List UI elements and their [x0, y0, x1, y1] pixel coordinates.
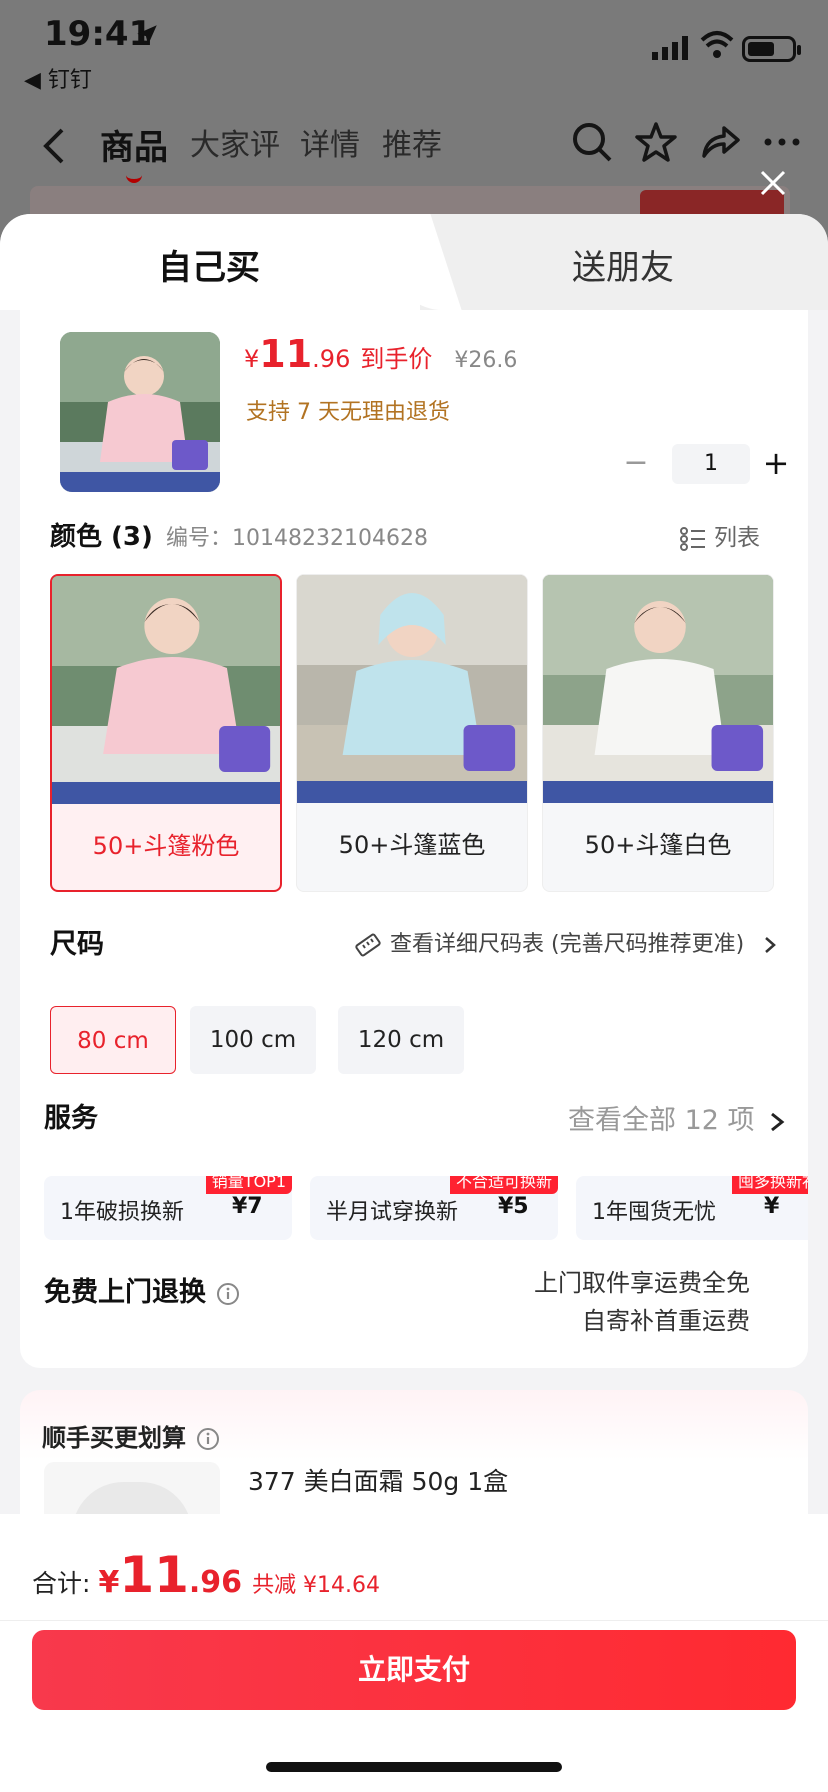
color-image-blue — [297, 575, 527, 803]
service-heading: 服务 — [44, 1103, 98, 1134]
color-image-white — [543, 575, 773, 803]
nav-tab-reviews[interactable]: 大家评 — [190, 120, 280, 164]
service-tag: 囤多换新补 — [731, 1176, 808, 1194]
total-row: 合计: ¥11.96 共减 ¥14.64 — [32, 1546, 380, 1604]
service-view-all[interactable]: 查看全部 12 项 — [568, 1098, 787, 1137]
quantity-value[interactable]: 1 — [672, 444, 750, 484]
decrease-button[interactable]: − — [616, 444, 656, 484]
service-options: 1年破损换新 ¥7 销量TOP1 半月试穿换新 ¥5 不合适可换新 1年囤货无忧… — [44, 1176, 808, 1240]
nav-tab-product[interactable]: 商品 — [100, 120, 168, 183]
free-return-line1: 上门取件享运费全免 — [534, 1269, 750, 1297]
size-option-120[interactable]: 120 cm — [338, 1006, 464, 1074]
color-option-label: 50+斗篷蓝色 — [338, 831, 486, 859]
color-option-label: 50+斗篷粉色 — [92, 832, 240, 860]
service-tag: 销量TOP1 — [205, 1176, 292, 1194]
status-bar: 19:41 ◀ 钉钉 — [0, 0, 828, 100]
price-integer: 11 — [259, 332, 313, 376]
wifi-icon — [700, 31, 734, 58]
service-price: ¥7 — [232, 1194, 263, 1219]
quantity-stepper: − 1 + — [616, 444, 796, 484]
service-name: 1年囤货无忧 — [592, 1200, 716, 1225]
free-return-label: 免费上门退换 — [44, 1277, 206, 1308]
service-name: 1年破损换新 — [60, 1200, 184, 1225]
addon-item-name[interactable]: 377 美白面霜 50g 1盒 — [248, 1462, 508, 1498]
total-integer: 11 — [119, 1546, 189, 1604]
addon-heading-label: 顺手买更划算 — [42, 1424, 186, 1452]
service-price: ¥ — [764, 1194, 780, 1219]
total-decimal: .96 — [188, 1565, 243, 1600]
size-chart-label: 查看详细尺码表 (完善尺码推荐更准) — [390, 932, 745, 957]
chevron-right-icon — [770, 1112, 784, 1131]
total-label: 合计: — [32, 1569, 91, 1598]
star-icon[interactable] — [634, 120, 678, 164]
color-option-white[interactable]: 50+斗篷白色 — [542, 574, 774, 892]
product-thumbnail — [60, 332, 220, 492]
checkout-bar: 合计: ¥11.96 共减 ¥14.64 立即支付 — [0, 1514, 828, 1792]
list-view-label: 列表 — [714, 525, 760, 551]
service-price: ¥5 — [498, 1194, 529, 1219]
service-item[interactable]: 1年囤货无忧 ¥ 囤多换新补 — [576, 1176, 808, 1240]
color-options: 50+斗篷粉色 50+斗篷蓝色 50+斗篷白色 — [50, 574, 780, 892]
more-icon[interactable] — [760, 120, 804, 164]
service-name: 半月试穿换新 — [326, 1200, 459, 1225]
original-price: ¥26.6 — [454, 348, 518, 373]
info-icon[interactable] — [216, 1282, 240, 1306]
size-option-80[interactable]: 80 cm — [50, 1006, 176, 1074]
service-item[interactable]: 半月试穿换新 ¥5 不合适可换新 — [310, 1176, 558, 1240]
service-view-all-label: 查看全部 12 项 — [568, 1105, 755, 1136]
home-indicator[interactable] — [266, 1762, 562, 1772]
color-option-label: 50+斗篷白色 — [584, 831, 732, 859]
free-return-line2: 自寄补首重运费 — [582, 1307, 750, 1335]
pay-now-button[interactable]: 立即支付 — [32, 1630, 796, 1710]
tab-gift-friend[interactable]: 送朋友 — [572, 240, 674, 289]
nav-tab-details[interactable]: 详情 — [300, 120, 360, 164]
close-icon[interactable] — [758, 168, 788, 198]
addon-heading: 顺手买更划算 — [42, 1418, 220, 1453]
chevron-right-icon — [765, 937, 777, 953]
share-icon[interactable] — [698, 120, 742, 164]
list-icon — [680, 526, 705, 551]
price-symbol: ¥ — [244, 345, 260, 373]
size-option-100[interactable]: 100 cm — [190, 1006, 316, 1074]
return-policy-note: 支持 7 天无理由退货 — [246, 400, 450, 425]
battery-icon — [742, 36, 801, 62]
price-row: ¥11.96 到手价 ¥26.6 — [244, 332, 517, 376]
size-heading: 尺码 — [50, 929, 104, 960]
cellular-signal-icon — [652, 36, 688, 60]
service-tag: 不合适可换新 — [449, 1176, 558, 1194]
tab-buy-self[interactable]: 自己买 — [158, 240, 260, 289]
price-decimal: .96 — [312, 345, 351, 373]
free-return-heading: 免费上门退换 — [44, 1270, 240, 1309]
ruler-icon — [355, 933, 381, 957]
info-icon[interactable] — [196, 1427, 220, 1451]
list-view-toggle[interactable]: 列表 — [680, 518, 760, 552]
nav-tab-recommend[interactable]: 推荐 — [382, 120, 442, 164]
back-arrow-icon[interactable] — [42, 126, 66, 166]
price-label: 到手价 — [360, 345, 433, 373]
service-item[interactable]: 1年破损换新 ¥7 销量TOP1 — [44, 1176, 292, 1240]
total-symbol: ¥ — [98, 1565, 120, 1600]
color-heading: 颜色 (3) — [50, 522, 153, 552]
location-arrow-icon — [137, 25, 157, 45]
savings-text: 共减 ¥14.64 — [252, 1573, 381, 1598]
color-image-pink — [52, 576, 280, 804]
color-option-blue[interactable]: 50+斗篷蓝色 — [296, 574, 528, 892]
search-icon[interactable] — [570, 120, 614, 164]
background-app: 19:41 ◀ 钉钉 商品 大家评 详情 推荐 — [0, 0, 828, 240]
increase-button[interactable]: + — [756, 444, 796, 484]
back-to-app[interactable]: ◀ 钉钉 — [24, 62, 92, 94]
size-chart-link[interactable]: 查看详细尺码表 (完善尺码推荐更准) — [354, 926, 777, 958]
free-return-details: 上门取件享运费全免 自寄补首重运费 — [534, 1264, 750, 1340]
options-card: ¥11.96 到手价 ¥26.6 支持 7 天无理由退货 − 1 + 颜色 (3) … — [20, 310, 808, 1368]
divider — [0, 1620, 828, 1621]
product-code: 编号：10148232104628 — [166, 526, 428, 551]
color-option-pink[interactable]: 50+斗篷粉色 — [50, 574, 282, 892]
product-nav-bar: 商品 大家评 详情 推荐 — [0, 110, 828, 183]
